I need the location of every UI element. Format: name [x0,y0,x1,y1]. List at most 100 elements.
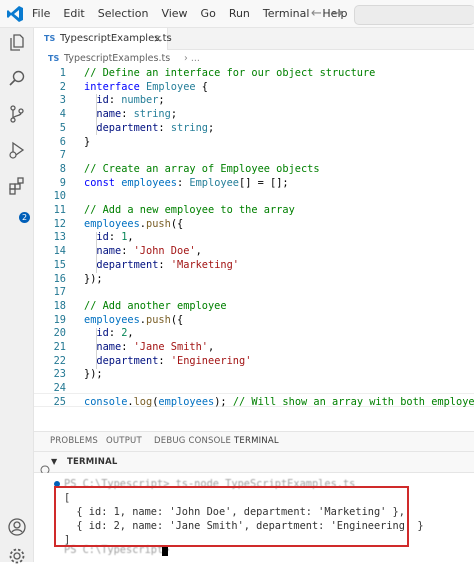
code-line[interactable]: 17 [34,286,474,300]
code-line[interactable]: 12 employees.push({ [34,218,474,232]
code-token: : [177,176,190,189]
code-token: // Will show an array with both employee… [232,395,474,408]
code-token: : [158,354,171,367]
gear-icon[interactable] [7,546,27,566]
code-line[interactable]: 22 department: 'Engineering' [34,355,474,369]
line-number: 4 [59,108,66,121]
activity-bar: 2 [0,28,34,564]
line-number: 22 [53,354,66,367]
code-line[interactable]: 8 // Create an array of Employee objects [34,163,474,177]
code-token: 'John Doe' [133,245,196,258]
line-number: 20 [53,327,66,340]
code-line[interactable]: 15 department: 'Marketing' [34,259,474,273]
code-token: ({ [170,217,184,230]
code-line[interactable]: 1 // Define an interface for our object s… [34,67,474,81]
menu-go[interactable]: Go [201,0,216,28]
command-center[interactable] [354,5,474,25]
line-number: 18 [53,299,66,312]
code-line[interactable]: 14 name: 'John Doe', [34,245,474,259]
menu-view[interactable]: View [161,0,187,28]
code-line[interactable]: 11 // Add a new employee to the array [34,204,474,218]
code-line[interactable]: 23}); [34,368,474,382]
tab-output[interactable]: OUTPUT [106,432,142,451]
code-token: [] = []; [239,176,289,189]
code-line[interactable]: 13 id: 1, [34,231,474,245]
code-line[interactable]: 19 employees.push({ [34,314,474,328]
close-icon[interactable]: × [153,28,162,50]
code-token: id [84,327,109,340]
code-token: : [121,108,134,121]
code-line[interactable]: 25 console.log(employees); // Will show a… [34,396,474,410]
code-token: console [84,395,128,408]
code-text: department: string; [84,122,214,136]
code-token: department [84,258,159,271]
code-token: : [121,341,134,353]
code-token: string [133,108,171,121]
search-icon[interactable] [7,68,27,88]
code-token: id [84,231,109,244]
code-text: id: number; [84,94,164,108]
tab-typescript-examples[interactable]: TS TypescriptExamples.ts × [34,28,172,50]
files-icon[interactable] [7,32,27,52]
extensions-icon[interactable] [7,176,27,196]
code-text: // Add another employee [84,300,227,314]
code-line[interactable]: 3 id: number; [34,94,474,108]
line-number: 11 [53,204,66,216]
source-control-icon[interactable] [7,104,27,124]
menu-terminal[interactable]: Terminal [263,0,310,28]
line-number: 5 [59,121,66,134]
code-token: // Define an interface for our object st… [84,67,376,79]
code-token: , [195,245,202,258]
code-line[interactable]: 18 // Add another employee [34,300,474,314]
breadcrumb-file[interactable]: TypescriptExamples.ts [64,50,170,67]
breadcrumb: TS TypescriptExamples.ts › ... [34,50,474,67]
code-token: 'Marketing' [170,258,240,271]
code-token: }); [84,368,103,381]
line-number: 24 [53,382,66,395]
line-number: 17 [53,286,66,299]
code-line[interactable]: 5 department: string; [34,122,474,136]
code-line[interactable]: 9 const employees: Employee[] = []; [34,177,474,191]
breadcrumb-more[interactable]: › ... [184,50,200,67]
code-line[interactable]: 24 [34,382,474,396]
code-token: }); [84,272,103,285]
code-line[interactable]: 2 interface Employee { [34,81,474,95]
code-token: log [133,395,153,408]
code-token: department [84,354,159,367]
code-token: , [127,231,134,244]
menu-file[interactable]: File [32,0,50,28]
terminal-section-header[interactable]: ▼ TERMINAL [34,451,474,473]
typescript-file-icon: TS [48,54,60,63]
menu-selection[interactable]: Selection [98,0,149,28]
code-line[interactable]: 10 [34,190,474,204]
line-number: 7 [59,149,66,162]
menu-edit[interactable]: Edit [63,0,84,28]
code-text: employees.push({ [84,218,183,232]
code-line[interactable]: 21 name: 'Jane Smith', [34,341,474,355]
code-token: const [84,176,122,189]
code-line[interactable]: 16}); [34,273,474,287]
code-token: number [121,94,159,107]
account-icon[interactable] [7,517,27,537]
run-debug-icon[interactable] [7,140,27,160]
menu-run[interactable]: Run [229,0,250,28]
code-line[interactable]: 6} [34,136,474,150]
code-line[interactable]: 7 [34,149,474,163]
code-text: department: 'Marketing' [84,259,239,273]
output-highlight-box [54,486,409,547]
tab-debug-console[interactable]: DEBUG CONSOLE [154,432,231,451]
code-token: Employee [146,80,196,93]
line-number: 19 [53,313,66,326]
code-token: employees [158,395,215,408]
code-token: , [208,341,215,353]
forward-arrow-icon[interactable]: → [332,6,343,21]
code-editor[interactable]: 1 // Define an interface for our object s… [34,67,474,423]
back-arrow-icon[interactable]: ← [311,6,322,21]
code-line[interactable]: 20 id: 2, [34,327,474,341]
tab-terminal[interactable]: TERMINAL [234,432,279,452]
code-line[interactable]: 4 name: string; [34,108,474,122]
code-token: : [108,327,122,340]
tab-problems[interactable]: PROBLEMS [50,432,98,451]
code-token: id [84,94,109,107]
line-number: 9 [59,176,66,189]
